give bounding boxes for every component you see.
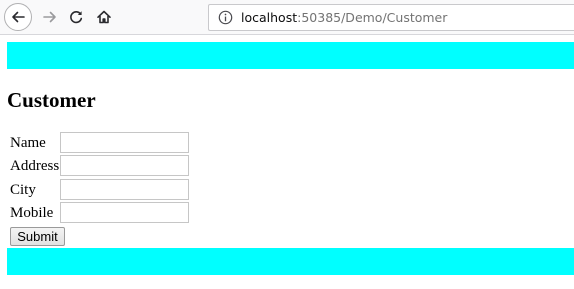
form-row-address: Address bbox=[10, 155, 200, 177]
reload-button[interactable] bbox=[62, 3, 90, 31]
back-button[interactable] bbox=[4, 3, 32, 31]
address-bar[interactable]: localhost:50385/Demo/Customer bbox=[208, 4, 574, 31]
footer-band bbox=[7, 248, 574, 275]
mobile-label: Mobile bbox=[10, 205, 54, 221]
submit-button[interactable]: Submit bbox=[10, 227, 65, 246]
forward-button[interactable] bbox=[36, 3, 64, 31]
home-button[interactable] bbox=[90, 3, 118, 31]
home-icon bbox=[97, 10, 111, 24]
forward-arrow-icon bbox=[43, 11, 56, 23]
city-label: City bbox=[10, 182, 36, 198]
name-input[interactable] bbox=[60, 132, 189, 153]
browser-toolbar: localhost:50385/Demo/Customer bbox=[0, 0, 574, 35]
form-row-name: Name bbox=[10, 132, 200, 154]
page-title: Customer bbox=[7, 88, 96, 112]
form-row-mobile: Mobile bbox=[10, 202, 200, 224]
address-label: Address bbox=[10, 158, 60, 174]
city-input[interactable] bbox=[60, 179, 189, 200]
header-band bbox=[7, 42, 574, 69]
info-icon[interactable] bbox=[218, 10, 233, 25]
back-arrow-icon bbox=[12, 11, 25, 23]
url-host: localhost bbox=[241, 10, 298, 25]
url-path: :50385/Demo/Customer bbox=[297, 10, 448, 25]
reload-icon bbox=[70, 11, 83, 24]
mobile-input[interactable] bbox=[60, 202, 189, 223]
address-input[interactable] bbox=[60, 155, 189, 176]
name-label: Name bbox=[10, 135, 46, 151]
url-text: localhost:50385/Demo/Customer bbox=[241, 10, 447, 26]
form-row-city: City bbox=[10, 179, 200, 201]
